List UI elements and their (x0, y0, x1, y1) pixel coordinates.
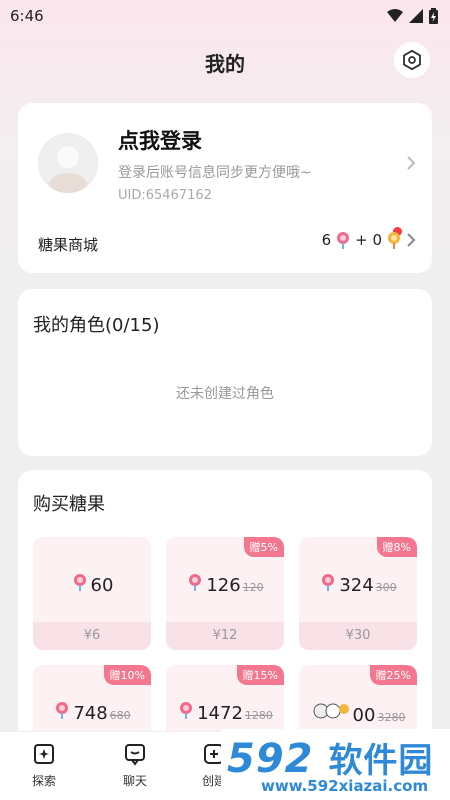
candy-package[interactable]: 赠8% 324 300 ¥30 (299, 537, 417, 650)
page-title: 我的 (205, 52, 245, 76)
package-old-amount: 3280 (377, 711, 406, 724)
package-old-amount: 300 (375, 581, 397, 594)
chevron-right-icon[interactable] (406, 155, 416, 171)
package-amount-value: 1472 (197, 703, 243, 724)
package-amount-value: 126 (206, 575, 241, 596)
bonus-count: + 0 (355, 231, 382, 249)
package-amount-value: 60 (90, 575, 114, 596)
gear-icon (403, 49, 421, 71)
watermark-number: 592 (227, 736, 314, 782)
watermark: 592 软件园 www.592xiazai.com (221, 729, 450, 800)
bonus-badge: 赠5% (243, 537, 284, 557)
candy-package[interactable]: 赠5% 126 120 ¥12 (166, 537, 284, 650)
explore-icon (34, 744, 54, 764)
gift-candy-icon (388, 232, 400, 249)
package-price: ¥12 (166, 622, 284, 650)
roles-title: 我的角色(0/15) (33, 311, 159, 337)
signal-icon (409, 9, 423, 23)
chevron-right-icon (407, 233, 416, 247)
profile-card[interactable]: 点我登录 登录后账号信息同步更方便哦~ UID:65467162 糖果商城 6 … (18, 103, 432, 273)
candy-store-label[interactable]: 糖果商城 (38, 234, 98, 255)
bonus-badge: 赠10% (103, 665, 151, 685)
nav-chat-label: 聊天 (122, 774, 147, 788)
buy-title-text: 购买糖果 (33, 494, 105, 515)
watermark-url: www.592xiazai.com (261, 777, 429, 795)
nav-explore-label: 探索 (31, 774, 56, 788)
candy-count: 6 (321, 231, 332, 249)
package-amount: 748 680 (33, 701, 151, 724)
package-old-amount: 1280 (244, 709, 273, 722)
buy-title: 购买糖果 (33, 490, 105, 516)
lollipop-icon (322, 574, 335, 591)
uid-text: UID:65467162 (118, 188, 212, 203)
my-roles-card: 我的角色(0/15) 还未创建过角色 (18, 289, 432, 456)
package-old-amount: 120 (242, 581, 264, 594)
package-amount: 00 3280 (299, 701, 417, 726)
bonus-badge: 赠25% (369, 665, 417, 685)
roles-empty-text: 还未创建过角色 (176, 386, 274, 402)
status-bar: 6:46 (0, 0, 450, 32)
bonus-badge: 赠15% (236, 665, 284, 685)
avatar[interactable] (38, 133, 98, 193)
lollipop-icon (56, 702, 69, 719)
status-time: 6:46 (10, 7, 44, 25)
watermark-brand: 软件园 (328, 741, 434, 781)
package-old-amount: 680 (109, 709, 131, 722)
package-amount-value: 00 (352, 705, 376, 726)
login-subtitle: 登录后账号信息同步更方便哦~ (118, 165, 312, 181)
watermark-logo: 592 软件园 (227, 733, 433, 782)
package-price: ¥30 (299, 622, 417, 650)
battery-icon (429, 8, 438, 24)
package-amount: 1472 1280 (166, 701, 284, 724)
package-amount: 324 300 (299, 573, 417, 596)
bonus-badge: 赠8% (376, 537, 417, 557)
package-amount-value: 748 (73, 703, 108, 724)
candy-package[interactable]: 60 ¥6 (33, 537, 151, 650)
roles-title-text: 我的角色(0/15) (33, 315, 160, 336)
chat-icon (125, 744, 145, 766)
wifi-icon (387, 9, 403, 22)
package-amount: 60 (33, 573, 151, 596)
lollipop-icon (73, 574, 86, 591)
package-amount: 126 120 (166, 573, 284, 596)
lollipop-icon (180, 702, 193, 719)
status-icons (387, 8, 438, 24)
candy-bag-icon (313, 703, 349, 719)
default-avatar-icon (38, 133, 98, 193)
login-title[interactable]: 点我登录 (118, 125, 202, 155)
nav-explore[interactable]: 探索 (19, 742, 69, 789)
nav-chat[interactable]: 聊天 (110, 742, 160, 789)
candy-balance[interactable]: 6 + 0 (322, 231, 416, 249)
package-price: ¥6 (33, 622, 151, 650)
settings-button[interactable] (394, 42, 430, 78)
lollipop-icon (337, 232, 350, 249)
package-amount-value: 324 (339, 575, 374, 596)
lollipop-icon (189, 574, 202, 591)
